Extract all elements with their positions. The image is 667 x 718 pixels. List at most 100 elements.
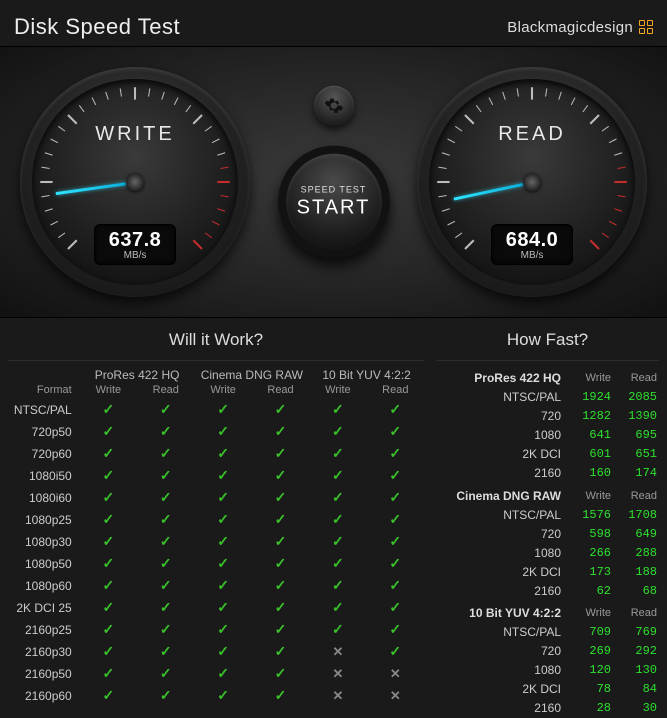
cross-icon: ✕ [332,688,343,703]
gear-icon [324,96,344,116]
write-gauge-label: WRITE [20,123,250,146]
result-cell: ✓ [252,597,309,619]
result-cell: ✓ [137,421,194,443]
result-cell: ✓ [137,465,194,487]
check-icon: ✓ [103,511,115,527]
codec-header: Cinema DNG RAW [436,483,567,506]
result-cell: ✓ [309,619,366,641]
cross-icon: ✕ [332,666,343,681]
start-button[interactable]: SPEED TEST START [278,146,390,258]
check-icon: ✓ [389,423,401,439]
read-value-cell: 2085 [613,388,659,407]
format-cell: 720 [436,407,567,426]
result-cell: ✓ [80,553,137,575]
table-row: 72012821390 [436,407,659,426]
result-cell: ✓ [252,685,309,707]
result-cell: ✓ [80,421,137,443]
table-row: 2160160174 [436,464,659,483]
check-icon: ✓ [275,643,287,659]
write-value-cell: 1924 [567,388,613,407]
check-icon: ✓ [160,577,172,593]
format-cell: 720 [436,524,567,543]
read-value-cell: 651 [613,445,659,464]
settings-button[interactable] [314,86,354,126]
check-icon: ✓ [103,621,115,637]
result-cell: ✓ [194,553,251,575]
table-row: 21606268 [436,581,659,600]
format-cell: 1080i50 [8,465,80,487]
table-row: 720269292 [436,642,659,661]
format-cell: 1080 [436,543,567,562]
cross-icon: ✕ [390,666,401,681]
result-cell: ✓ [137,641,194,663]
check-icon: ✓ [160,599,172,615]
table-row: 2K DCI173188 [436,562,659,581]
read-value-cell: 30 [613,699,659,718]
start-small-label: SPEED TEST [301,184,367,194]
format-cell: 2160p30 [8,641,80,663]
result-cell: ✓ [309,575,366,597]
start-big-label: START [297,196,371,219]
write-value-cell: 709 [567,623,613,642]
table-row: 1080i60✓✓✓✓✓✓ [8,487,424,509]
format-cell: 2160 [436,464,567,483]
format-cell: 1080 [436,426,567,445]
check-icon: ✓ [275,665,287,681]
result-cell: ✕ [367,685,424,707]
table-row: 1080641695 [436,426,659,445]
result-cell: ✓ [194,685,251,707]
result-cell: ✓ [367,531,424,553]
check-icon: ✓ [103,665,115,681]
check-icon: ✓ [389,489,401,505]
table-row: 2160p50✓✓✓✓✕✕ [8,663,424,685]
read-value-cell: 68 [613,581,659,600]
brand-text: Blackmagicdesign [507,19,633,36]
table-row: NTSC/PAL19242085 [436,388,659,407]
check-icon: ✓ [332,489,344,505]
check-icon: ✓ [275,621,287,637]
result-cell: ✓ [367,597,424,619]
result-cell: ✓ [252,531,309,553]
check-icon: ✓ [103,401,115,417]
read-value-cell: 292 [613,642,659,661]
check-icon: ✓ [160,511,172,527]
format-cell: 720p60 [8,443,80,465]
sub-header: Read [367,382,424,399]
how-fast-title: How Fast? [436,328,659,361]
format-cell: 2160p25 [8,619,80,641]
check-icon: ✓ [389,621,401,637]
table-row: NTSC/PAL15761708 [436,505,659,524]
result-cell: ✓ [80,597,137,619]
check-icon: ✓ [103,555,115,571]
result-cell: ✓ [252,619,309,641]
check-icon: ✓ [389,643,401,659]
check-icon: ✓ [160,445,172,461]
check-icon: ✓ [217,489,229,505]
result-cell: ✓ [367,399,424,421]
codec-header: Cinema DNG RAW [194,365,309,382]
read-value-cell: 1708 [613,505,659,524]
result-cell: ✓ [252,443,309,465]
format-cell: 1080p25 [8,509,80,531]
check-icon: ✓ [103,533,115,549]
format-cell: 2K DCI [436,680,567,699]
result-cell: ✓ [137,685,194,707]
result-cell: ✓ [80,685,137,707]
read-value-cell: 288 [613,543,659,562]
check-icon: ✓ [217,687,229,703]
write-value-cell: 1576 [567,505,613,524]
read-gauge-label: READ [417,123,647,146]
read-value-cell: 84 [613,680,659,699]
result-cell: ✓ [194,575,251,597]
sub-header: Read [252,382,309,399]
format-cell: 1080p50 [8,553,80,575]
table-row: 1080p30✓✓✓✓✓✓ [8,531,424,553]
check-icon: ✓ [103,445,115,461]
read-value-cell: 188 [613,562,659,581]
app-title: Disk Speed Test [14,14,180,40]
result-cell: ✕ [309,663,366,685]
write-value-cell: 269 [567,642,613,661]
result-cell: ✓ [309,509,366,531]
read-value-cell: 130 [613,661,659,680]
table-row: 2160p60✓✓✓✓✕✕ [8,685,424,707]
